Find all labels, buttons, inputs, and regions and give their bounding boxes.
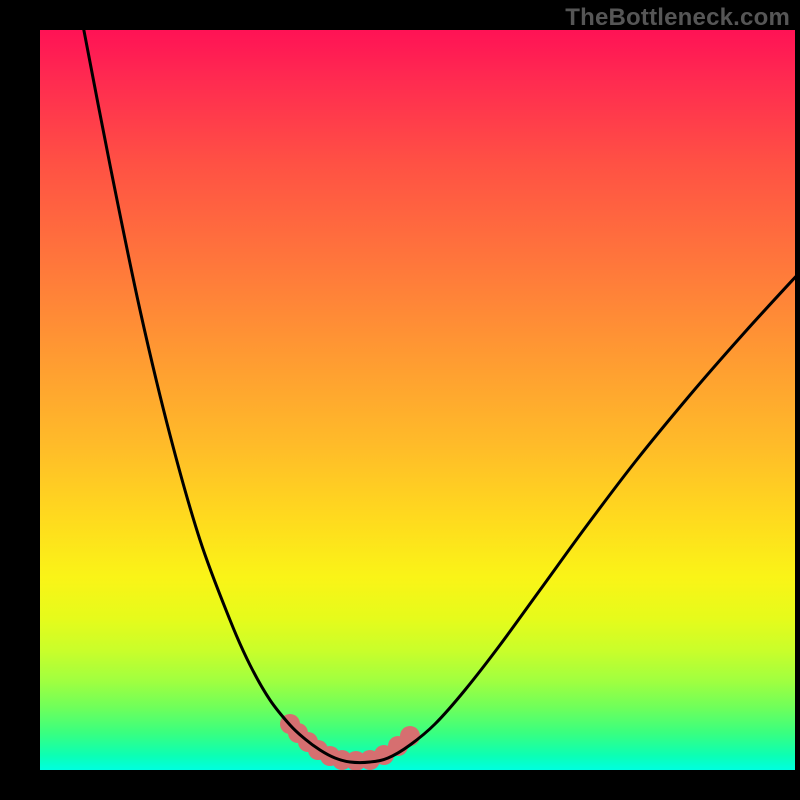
curve-overlay	[40, 30, 795, 770]
watermark-text: TheBottleneck.com	[565, 4, 790, 32]
highlight-dot	[400, 726, 420, 746]
chart-container: TheBottleneck.com	[0, 0, 800, 800]
plot-area	[40, 30, 795, 770]
bottleneck-curve	[80, 30, 795, 763]
